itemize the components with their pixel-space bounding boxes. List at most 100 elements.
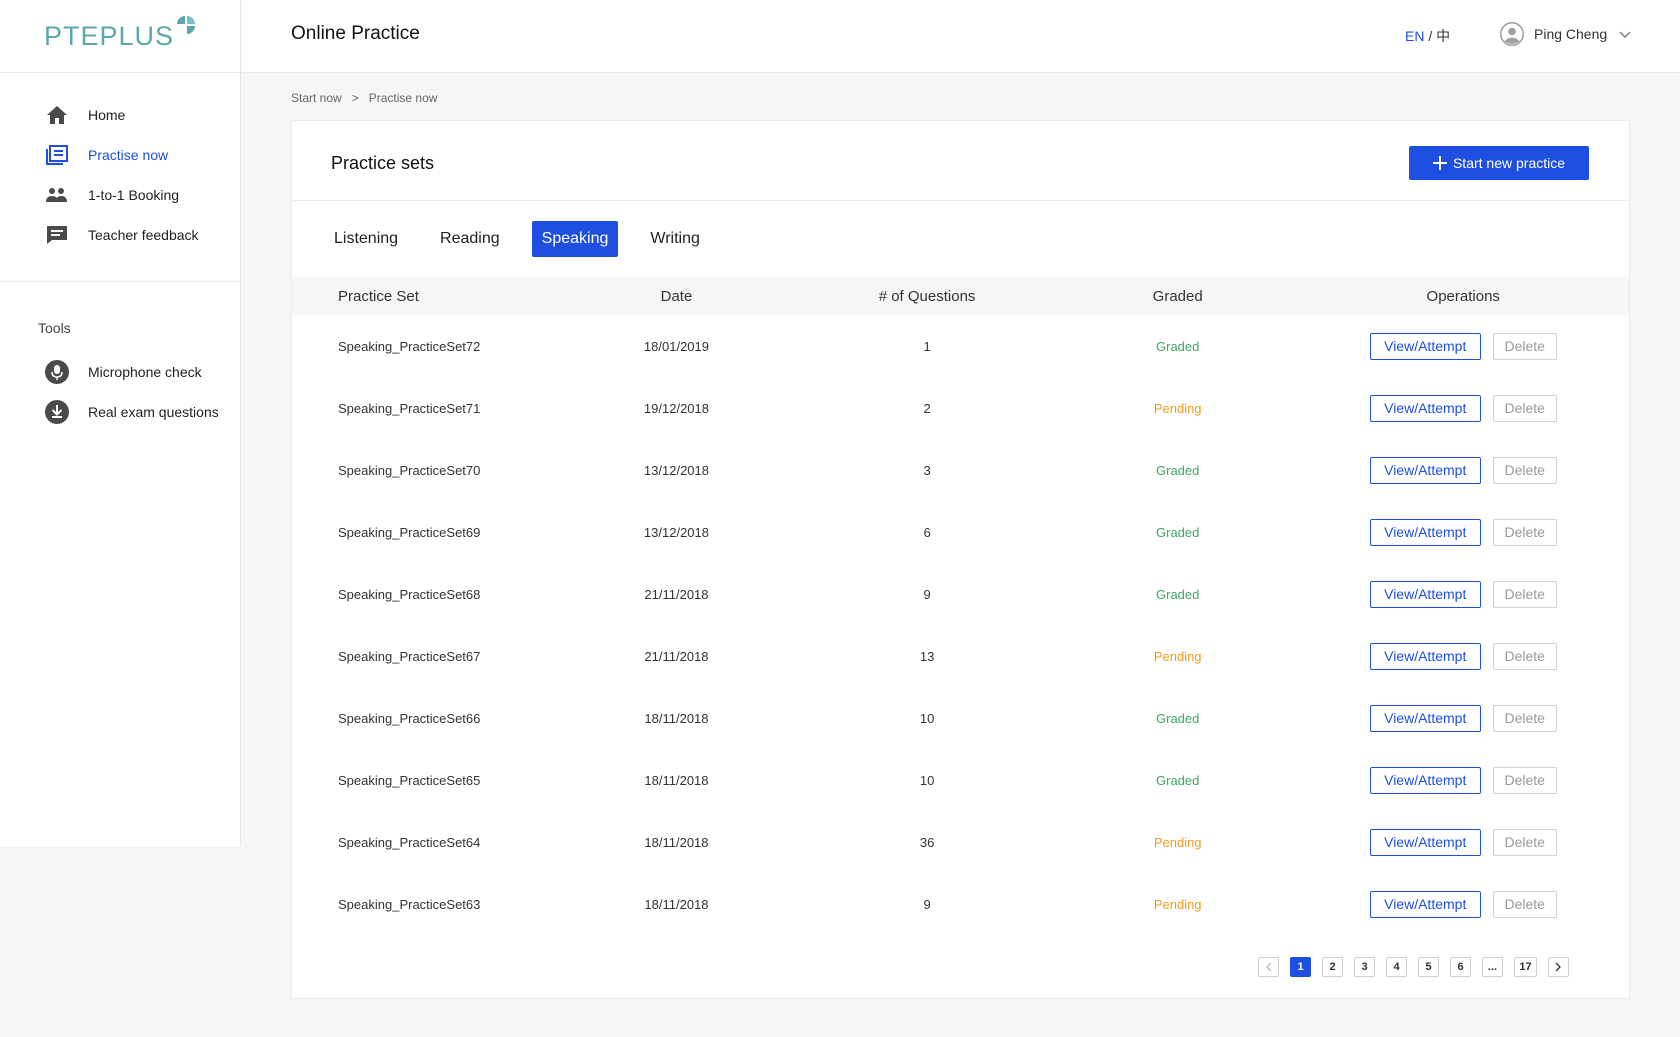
lang-zh[interactable]: 中 bbox=[1436, 28, 1450, 44]
view-attempt-button[interactable]: View/Attempt bbox=[1369, 456, 1481, 484]
status-badge: Graded bbox=[1156, 710, 1200, 726]
page-title: Online Practice bbox=[291, 23, 420, 44]
breadcrumb: Start now > Practise now bbox=[291, 91, 437, 105]
table-row: Speaking_PracticeSet70 13/12/2018 3 Graded V… bbox=[292, 439, 1629, 501]
delete-button[interactable]: Delete bbox=[1492, 828, 1557, 856]
view-attempt-button[interactable]: View/Attempt bbox=[1369, 518, 1481, 546]
view-attempt-button[interactable]: View/Attempt bbox=[1369, 332, 1481, 360]
table-row: Speaking_PracticeSet71 19/12/2018 2 Pending… bbox=[292, 377, 1629, 439]
delete-button[interactable]: Delete bbox=[1492, 580, 1557, 608]
microphone-icon bbox=[45, 360, 69, 384]
column-header-operations: Operations bbox=[1426, 287, 1500, 305]
practice-sets-card: Practice sets Start new practice Listeni… bbox=[291, 120, 1630, 999]
skill-tabs: Listening Reading Speaking Writing bbox=[324, 221, 710, 257]
logo-text: PTEPLUS bbox=[43, 20, 175, 51]
table-row: Speaking_PracticeSet66 18/11/2018 10 Graded… bbox=[292, 687, 1629, 749]
pagination-page[interactable]: 17 bbox=[1514, 957, 1537, 977]
practice-set-date: 19/12/2018 bbox=[643, 400, 709, 416]
question-count: 10 bbox=[919, 772, 935, 788]
row-operations: View/Attempt Delete bbox=[1298, 518, 1629, 546]
start-new-practice-button[interactable]: Start new practice bbox=[1409, 146, 1589, 180]
pagination-page[interactable]: 1 bbox=[1290, 957, 1311, 977]
pagination-page[interactable]: 6 bbox=[1450, 957, 1471, 977]
delete-button[interactable]: Delete bbox=[1492, 642, 1557, 670]
pagination-page[interactable]: 2 bbox=[1322, 957, 1343, 977]
view-attempt-button[interactable]: View/Attempt bbox=[1369, 580, 1481, 608]
sidebar-item-booking[interactable]: 1-to-1 Booking bbox=[0, 175, 240, 215]
row-operations: View/Attempt Delete bbox=[1298, 890, 1629, 918]
practice-set-name: Speaking_PracticeSet66 bbox=[338, 710, 481, 726]
sidebar-item-teacher-feedback[interactable]: Teacher feedback bbox=[0, 215, 240, 255]
practice-set-name: Speaking_PracticeSet64 bbox=[338, 834, 481, 850]
pagination-prev-button[interactable] bbox=[1258, 957, 1279, 977]
delete-button[interactable]: Delete bbox=[1492, 332, 1557, 360]
view-attempt-button[interactable]: View/Attempt bbox=[1369, 828, 1481, 856]
sidebar-item-practise-now[interactable]: Practise now bbox=[0, 135, 240, 175]
home-icon bbox=[45, 103, 69, 127]
breadcrumb-start-now[interactable]: Start now bbox=[291, 91, 342, 105]
tab-reading[interactable]: Reading bbox=[430, 221, 510, 257]
row-operations: View/Attempt Delete bbox=[1298, 828, 1629, 856]
question-count: 9 bbox=[923, 896, 931, 912]
chevron-down-icon bbox=[1619, 26, 1631, 42]
lang-en[interactable]: EN bbox=[1405, 28, 1424, 44]
practice-set-name: Speaking_PracticeSet65 bbox=[338, 772, 481, 788]
avatar bbox=[1500, 22, 1524, 46]
question-count: 13 bbox=[919, 648, 935, 664]
view-attempt-button[interactable]: View/Attempt bbox=[1369, 704, 1481, 732]
practice-set-date: 21/11/2018 bbox=[644, 648, 709, 664]
table-row: Speaking_PracticeSet67 21/11/2018 13 Pendin… bbox=[292, 625, 1629, 687]
row-operations: View/Attempt Delete bbox=[1298, 394, 1629, 422]
row-operations: View/Attempt Delete bbox=[1298, 580, 1629, 608]
view-attempt-button[interactable]: View/Attempt bbox=[1369, 890, 1481, 918]
status-badge: Graded bbox=[1156, 586, 1200, 602]
delete-button[interactable]: Delete bbox=[1492, 456, 1557, 484]
row-operations: View/Attempt Delete bbox=[1298, 642, 1629, 670]
tab-listening[interactable]: Listening bbox=[324, 221, 408, 257]
card-header: Practice sets Start new practice bbox=[292, 121, 1629, 201]
logo-mark-icon bbox=[177, 15, 196, 34]
column-header-questions: # of Questions bbox=[878, 287, 976, 305]
practice-set-date: 18/11/2018 bbox=[644, 834, 709, 850]
view-attempt-button[interactable]: View/Attempt bbox=[1369, 394, 1481, 422]
view-attempt-button[interactable]: View/Attempt bbox=[1369, 642, 1481, 670]
table-row: Speaking_PracticeSet65 18/11/2018 10 Graded… bbox=[292, 749, 1629, 811]
practice-set-date: 18/11/2018 bbox=[644, 710, 709, 726]
tools-nav: Microphone check Real exam questions bbox=[0, 352, 240, 432]
delete-button[interactable]: Delete bbox=[1492, 518, 1557, 546]
sidebar-item-label: Home bbox=[88, 107, 126, 123]
start-new-practice-label: Start new practice bbox=[1452, 155, 1566, 171]
pagination-page[interactable]: 4 bbox=[1386, 957, 1407, 977]
logo[interactable]: PTEPLUS bbox=[43, 15, 196, 52]
view-attempt-button[interactable]: View/Attempt bbox=[1369, 766, 1481, 794]
language-switcher[interactable]: EN / 中 bbox=[1405, 26, 1450, 46]
row-operations: View/Attempt Delete bbox=[1298, 332, 1629, 360]
pagination: 1 2 3 4 5 6 ... 17 bbox=[1258, 957, 1569, 977]
pagination-next-button[interactable] bbox=[1548, 957, 1569, 977]
pagination-page[interactable]: 3 bbox=[1354, 957, 1375, 977]
delete-button[interactable]: Delete bbox=[1492, 766, 1557, 794]
pagination-ellipsis[interactable]: ... bbox=[1482, 957, 1503, 977]
sidebar-item-label: Real exam questions bbox=[88, 404, 219, 420]
status-badge: Pending bbox=[1153, 834, 1202, 850]
delete-button[interactable]: Delete bbox=[1492, 704, 1557, 732]
table-row: Speaking_PracticeSet72 18/01/2019 1 Graded V… bbox=[292, 315, 1629, 377]
table-header: Practice Set Date # of Questions Graded … bbox=[292, 277, 1629, 315]
delete-button[interactable]: Delete bbox=[1492, 394, 1557, 422]
sidebar-item-real-exam-questions[interactable]: Real exam questions bbox=[0, 392, 240, 432]
question-count: 36 bbox=[919, 834, 935, 850]
sidebar-item-home[interactable]: Home bbox=[0, 95, 240, 135]
user-menu[interactable]: Ping Cheng bbox=[1500, 22, 1631, 46]
delete-button[interactable]: Delete bbox=[1492, 890, 1557, 918]
practice-set-name: Speaking_PracticeSet69 bbox=[338, 524, 481, 540]
sidebar-item-microphone-check[interactable]: Microphone check bbox=[0, 352, 240, 392]
tab-speaking[interactable]: Speaking bbox=[531, 221, 619, 257]
logo-area: PTEPLUS bbox=[0, 0, 240, 73]
tab-writing[interactable]: Writing bbox=[640, 221, 710, 257]
practice-set-date: 18/01/2019 bbox=[643, 338, 709, 354]
table-row: Speaking_PracticeSet69 13/12/2018 6 Graded V… bbox=[292, 501, 1629, 563]
pagination-page[interactable]: 5 bbox=[1418, 957, 1439, 977]
status-badge: Graded bbox=[1156, 524, 1200, 540]
practice-set-name: Speaking_PracticeSet67 bbox=[338, 648, 481, 664]
column-header-graded: Graded bbox=[1152, 287, 1203, 305]
